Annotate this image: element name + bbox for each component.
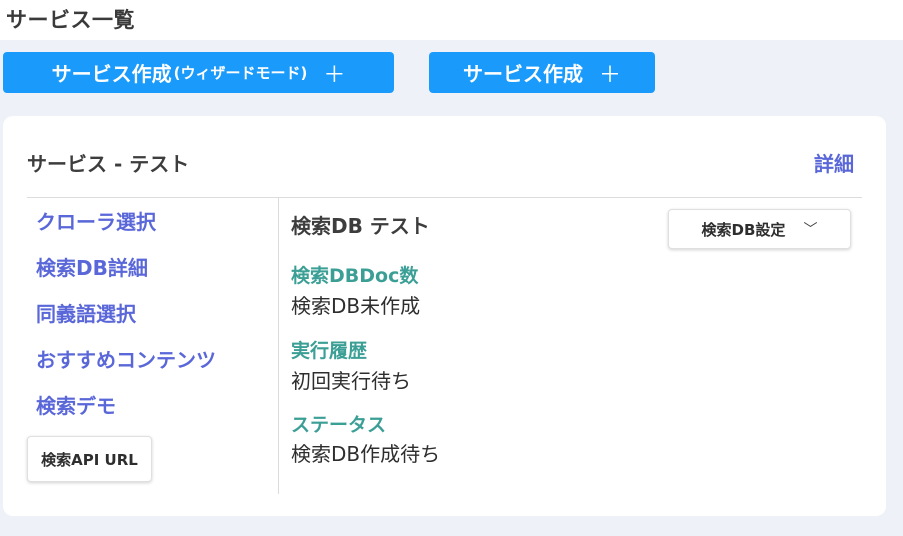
chevron-down-icon: ﹀ (803, 222, 818, 238)
wizard-mode-label: (ウィザードモード) (173, 64, 308, 82)
service-card: サービス - テスト 詳細 クローラ選択 検索DB詳細 同義語選択 おすすめコン… (3, 116, 886, 516)
nav-item-crawler-select[interactable]: クローラ選択 (36, 206, 216, 252)
search-db-settings-dropdown[interactable]: 検索DB設定 ﹀ (668, 209, 851, 249)
field-value-execution-history: 初回実行待ち (291, 369, 411, 393)
search-db-settings-label: 検索DB設定 (701, 220, 786, 239)
search-api-url-button[interactable]: 検索API URL (27, 436, 152, 482)
nav-item-search-demo[interactable]: 検索デモ (36, 390, 216, 436)
service-side-nav: クローラ選択 検索DB詳細 同義語選択 おすすめコンテンツ 検索デモ (36, 206, 216, 436)
plus-icon: ＋ (323, 62, 346, 88)
top-bar: サービス一覧 (0, 0, 903, 40)
create-service-label: サービス作成 (462, 62, 583, 86)
nav-item-synonym-select[interactable]: 同義語選択 (36, 298, 216, 344)
page-title: サービス一覧 (6, 8, 135, 32)
create-service-wizard-label: サービス作成 (51, 62, 172, 86)
field-value-doc-count: 検索DB未作成 (291, 294, 421, 318)
plus-icon: ＋ (598, 62, 621, 88)
field-label-execution-history: 実行履歴 (291, 340, 368, 362)
service-card-title: サービス - テスト (27, 152, 190, 176)
field-label-status: ステータス (291, 414, 387, 436)
column-divider (278, 198, 279, 494)
search-db-title: 検索DB テスト (291, 214, 430, 238)
field-label-doc-count: 検索DBDoc数 (291, 265, 419, 287)
field-value-status: 検索DB作成待ち (291, 442, 441, 466)
nav-item-recommended-content[interactable]: おすすめコンテンツ (36, 344, 216, 390)
search-api-url-label: 検索API URL (41, 450, 138, 469)
nav-item-search-db-detail[interactable]: 検索DB詳細 (36, 252, 216, 298)
card-divider (27, 197, 862, 198)
create-service-button[interactable]: サービス作成 ＋ (429, 52, 655, 93)
create-service-wizard-button[interactable]: サービス作成 (ウィザードモード) ＋ (3, 52, 394, 93)
service-detail-link[interactable]: 詳細 (814, 148, 854, 177)
